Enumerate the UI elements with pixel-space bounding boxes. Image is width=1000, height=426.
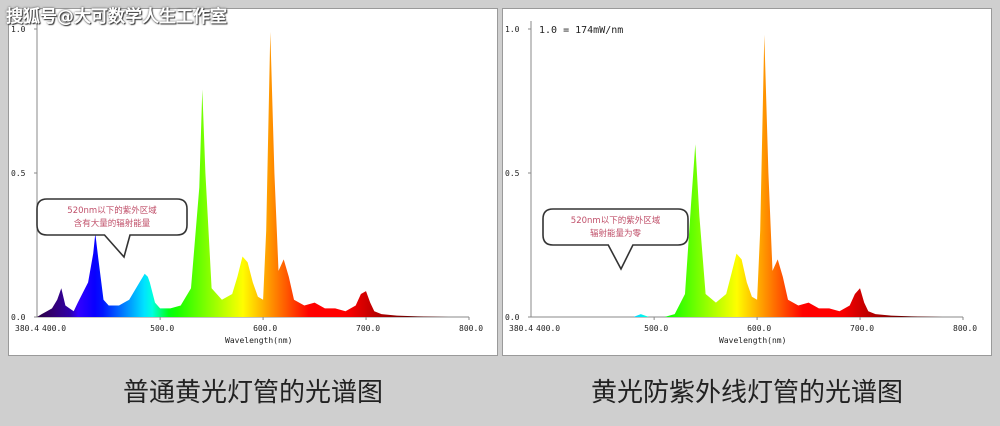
- y-tick-label: 1.0: [505, 25, 520, 34]
- x-axis-title: Wavelength(nm): [719, 336, 786, 345]
- x-tick-label: 500.0: [150, 324, 174, 333]
- callout-text: 含有大量的辐射能量: [74, 218, 151, 229]
- x-axis-title: Wavelength(nm): [225, 336, 292, 345]
- spectrum-chart-normal: 380.4 400.0 500.0 600.0 700.0 800.00.00.51.0W…: [11, 21, 483, 345]
- x-tick-label: 400.0: [536, 324, 560, 333]
- x-tick-label: 600.0: [253, 324, 277, 333]
- chart-panel-uv-blocking: 380.4 400.0 500.0 600.0 700.0 800.0 0.0 0.5 1.0 W…: [502, 8, 992, 356]
- caption-normal: 普通黄光灯管的光谱图: [122, 378, 383, 408]
- scale-note: 1.0 = 174mW/nm: [539, 25, 623, 36]
- x-tick-label: 800.0: [459, 324, 483, 333]
- callout-text: 520nm以下的紫外区域: [571, 215, 661, 226]
- y-tick-label: 0.0: [11, 313, 26, 322]
- spectrum-area: [531, 34, 963, 318]
- x-tick-label: 800.0: [953, 324, 977, 333]
- y-tick-label: 0.5: [505, 169, 520, 178]
- y-tick-label: 0.5: [11, 169, 26, 178]
- callout-text: 辐射能量为零: [590, 228, 642, 239]
- x-tick-label: 700.0: [356, 324, 380, 333]
- spectrum-chart-uv-blocking: 380.4 400.0 500.0 600.0 700.0 800.0 0.0 0.5 1.0 W…: [505, 21, 977, 345]
- x-tick-label: 380.4: [509, 324, 533, 333]
- x-tick-label: 400.0: [42, 324, 66, 333]
- x-tick-label: 600.0: [747, 324, 771, 333]
- chart-panel-normal: 380.4 400.0 500.0 600.0 700.0 800.0 0.0 0.5 1.0 W…: [8, 8, 498, 356]
- spectrum-area: [37, 31, 469, 318]
- callout-text: 520nm以下的紫外区域: [67, 205, 157, 216]
- x-tick-label: 380.4: [15, 324, 39, 333]
- x-tick-label: 700.0: [850, 324, 874, 333]
- y-tick-label: 0.0: [505, 313, 520, 322]
- watermark-text: 搜狐号@大可数学人生工作室: [6, 7, 227, 27]
- caption-uv-blocking: 黄光防紫外线灯管的光谱图: [590, 378, 903, 408]
- x-tick-label: 500.0: [644, 324, 668, 333]
